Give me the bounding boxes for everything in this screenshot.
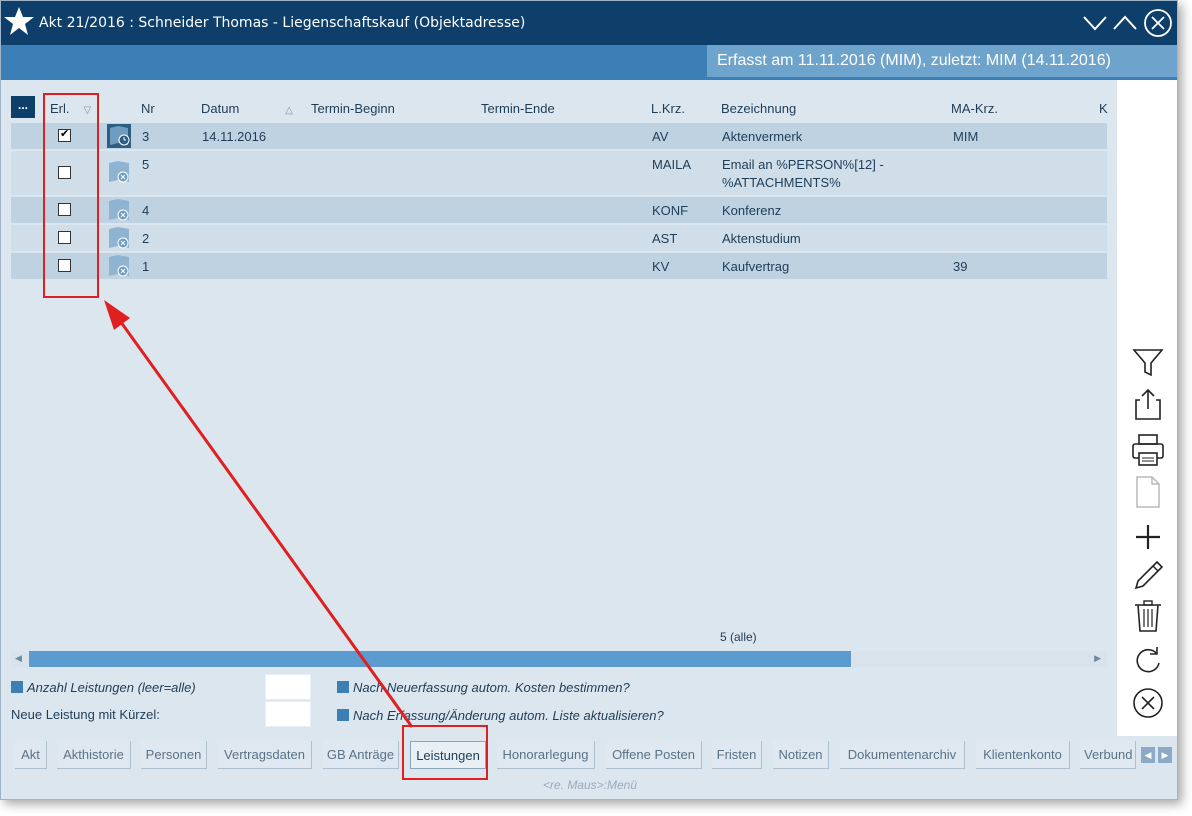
erledigt-checkbox[interactable] [58, 127, 71, 142]
title-bar: Akt 21/2016 : Schneider Thomas - Liegens… [1, 1, 1177, 45]
option-marker-icon [337, 709, 349, 721]
services-panel: ... Erl. ▽ Nr Datum △ Termin-Beginn Termin… [1, 80, 1117, 736]
cell-nr: 5 [142, 157, 150, 172]
horizontal-scrollbar[interactable]: ◀ ▶ [11, 651, 1107, 667]
record-info: Erfasst am 11.11.2016 (MIM), zuletzt: MI… [707, 45, 1177, 77]
erledigt-checkbox[interactable] [58, 231, 71, 244]
tab-leistungen[interactable]: Leistungen [410, 741, 486, 769]
tab-offene-posten[interactable]: Offene Posten [606, 741, 702, 769]
add-icon[interactable] [1131, 520, 1165, 554]
context-menu-hint: <re. Maus>:Menü [542, 778, 638, 792]
document-cancel-icon [109, 199, 129, 221]
tab-honorarlegung[interactable]: Honorarlegung [497, 741, 595, 769]
erledigt-checkbox[interactable] [58, 259, 71, 272]
neue-leistung-label: Neue Leistung mit Kürzel: [11, 707, 160, 722]
cell-lkrz: AST [652, 231, 678, 246]
anzahl-leistungen-option: Anzahl Leistungen (leer=alle) [11, 680, 196, 695]
auto-kosten-toggle[interactable]: Nach Neuerfassung autom. Kosten bestimme… [337, 680, 630, 695]
export-icon[interactable] [1131, 387, 1165, 421]
edit-icon[interactable] [1131, 559, 1165, 593]
tab-verbund[interactable]: Verbund [1080, 741, 1136, 769]
close-icon[interactable] [1143, 8, 1173, 38]
blank-document-icon[interactable] [1131, 475, 1165, 509]
table-row[interactable] [11, 197, 1107, 223]
chevron-down-icon[interactable] [1081, 9, 1109, 37]
cell-lkrz: KONF [652, 203, 689, 218]
favorite-star-icon[interactable] [3, 5, 35, 37]
tab-vertragsdaten[interactable]: Vertragsdaten [218, 741, 312, 769]
delete-icon[interactable] [1131, 599, 1165, 633]
erledigt-checkbox[interactable] [58, 203, 71, 216]
tab-klientenkonto[interactable]: Klientenkonto [976, 741, 1070, 769]
table-row[interactable] [11, 123, 1107, 149]
tab-notizen[interactable]: Notizen [773, 741, 829, 769]
document-cancel-icon [109, 255, 129, 277]
neue-leistung-kuerzel-input[interactable] [265, 701, 311, 727]
cell-bezeichnung: Konferenz [722, 203, 782, 218]
header-erl[interactable]: Erl. ▽ [50, 101, 91, 116]
refresh-icon[interactable] [1131, 645, 1165, 679]
close-circle-icon[interactable] [1131, 686, 1165, 720]
cell-lkrz: MAILA [652, 157, 692, 172]
tab-akthistorie[interactable]: Akthistorie [57, 741, 131, 769]
option-marker-icon [11, 681, 23, 693]
cell-nr: 4 [142, 203, 150, 218]
document-clock-icon [107, 124, 131, 148]
print-icon[interactable] [1131, 433, 1165, 467]
column-menu-button[interactable]: ... [11, 96, 35, 118]
tab-bar: Akt Akthistorie Personen Vertragsdaten G… [1, 736, 1177, 799]
tab-dokumentenarchiv[interactable]: Dokumentenarchiv [840, 741, 965, 769]
cell-lkrz: AV [652, 129, 669, 144]
record-count: 5 (alle) [720, 630, 757, 644]
header-datum[interactable]: Datum △ [201, 101, 293, 116]
header-termin-beginn[interactable]: Termin-Beginn [311, 101, 395, 116]
scroll-right-icon[interactable]: ▶ [1094, 653, 1101, 664]
cell-lkrz: KV [652, 259, 670, 274]
tab-fristen[interactable]: Fristen [712, 741, 762, 769]
chevron-up-icon[interactable] [1111, 9, 1139, 37]
cell-nr: 3 [142, 129, 150, 144]
table-row[interactable] [11, 151, 1107, 195]
cell-bezeichnung: Aktenstudium [722, 231, 801, 246]
cell-nr: 1 [142, 259, 150, 274]
tab-scroll-right-icon[interactable]: ▶ [1158, 747, 1172, 763]
scrollbar-thumb[interactable] [29, 651, 851, 667]
window-title: Akt 21/2016 : Schneider Thomas - Liegens… [39, 15, 526, 31]
header-makrz[interactable]: MA-Krz. [951, 101, 998, 116]
tab-akt[interactable]: Akt [15, 741, 47, 769]
sort-asc-icon: △ [285, 105, 293, 116]
option-marker-icon [337, 681, 349, 693]
cell-bezeichnung: Aktenvermerk [722, 129, 803, 144]
cell-bezeichnung: Kaufvertrag [722, 259, 790, 274]
cell-datum: 14.11.2016 [202, 129, 267, 144]
cell-bezeichnung: Email an %PERSON%[12] - [722, 157, 884, 172]
header-bezeichnung[interactable]: Bezeichnung [721, 101, 796, 116]
table-row[interactable] [11, 253, 1107, 279]
cell-makrz: MIM [953, 129, 979, 144]
filter-icon[interactable] [1131, 346, 1165, 380]
document-cancel-icon [109, 161, 129, 183]
header-k[interactable]: K [1099, 101, 1108, 116]
header-nr[interactable]: Nr [141, 101, 155, 116]
anzahl-leistungen-input[interactable] [265, 674, 311, 700]
header-lkrz[interactable]: L.Krz. [651, 101, 685, 116]
document-cancel-icon [109, 227, 129, 249]
table-row[interactable] [11, 225, 1107, 251]
info-bar: Erfasst am 11.11.2016 (MIM), zuletzt: MI… [1, 45, 1177, 80]
cell-bezeichnung-line2: %ATTACHMENTS% [722, 175, 841, 190]
document-window: Akt 21/2016 : Schneider Thomas - Liegens… [0, 0, 1178, 800]
tab-personen[interactable]: Personen [141, 741, 207, 769]
scroll-left-icon[interactable]: ◀ [15, 653, 22, 664]
auto-liste-toggle[interactable]: Nach Erfassung/Änderung autom. Liste akt… [337, 708, 664, 723]
cell-makrz: 39 [953, 259, 968, 274]
tab-gb-antraege[interactable]: GB Anträge [323, 741, 399, 769]
header-termin-ende[interactable]: Termin-Ende [481, 101, 555, 116]
cell-nr: 2 [142, 231, 150, 246]
erledigt-checkbox[interactable] [58, 166, 71, 179]
tab-scroll-left-icon[interactable]: ◀ [1141, 747, 1155, 763]
sort-desc-icon: ▽ [83, 105, 92, 116]
